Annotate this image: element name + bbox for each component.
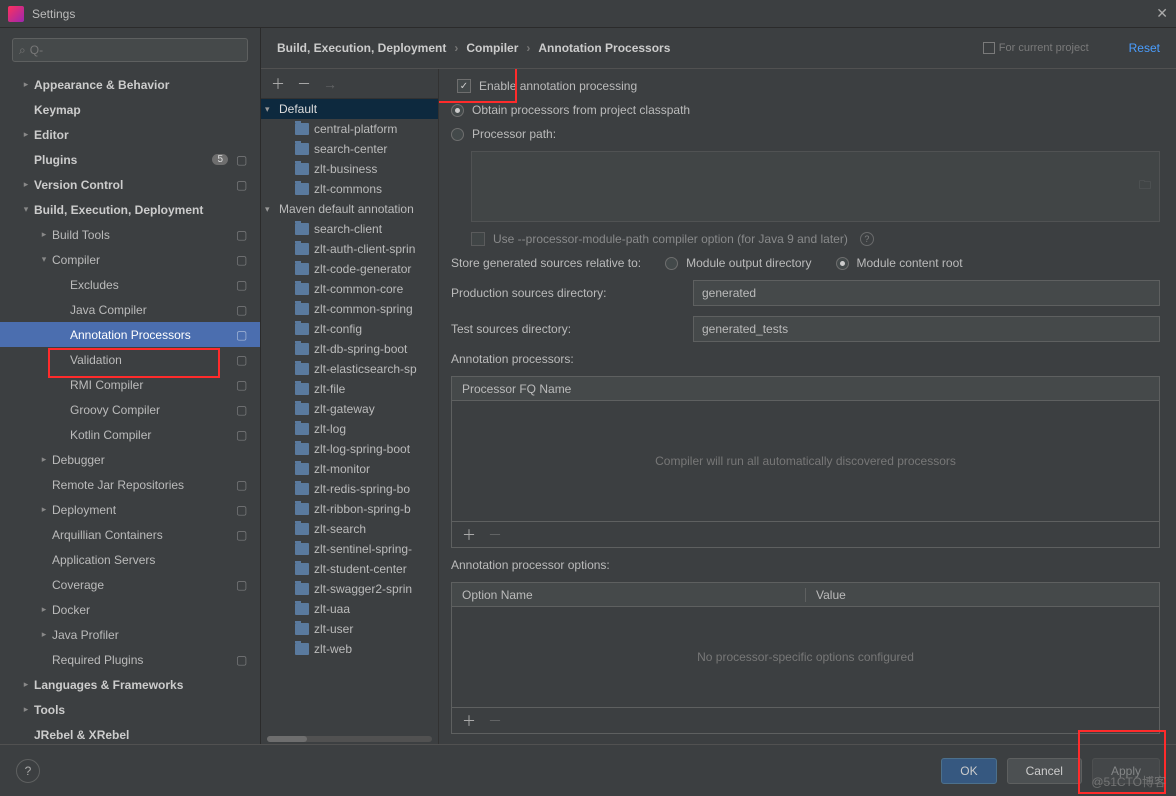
sidebar-item-java-compiler[interactable]: Java Compiler▢ [0, 297, 260, 322]
move-icon: → [323, 76, 337, 92]
processor-path-radio[interactable] [451, 128, 464, 141]
proc-add-icon[interactable]: ＋ [462, 525, 476, 545]
sidebar-item-required-plugins[interactable]: Required Plugins▢ [0, 647, 260, 672]
profile-default[interactable]: ▾Default [261, 99, 438, 119]
profile-column: ＋ － → ▾Defaultcentral-platformsearch-cen… [261, 69, 439, 744]
sidebar-item-build-tools[interactable]: ▸Build Tools▢ [0, 222, 260, 247]
proc-remove-icon: － [488, 525, 502, 545]
module-zlt-code-generator[interactable]: zlt-code-generator [261, 259, 438, 279]
sidebar-item-plugins[interactable]: Plugins5▢ [0, 147, 260, 172]
module-search-client[interactable]: search-client [261, 219, 438, 239]
module-zlt-log[interactable]: zlt-log [261, 419, 438, 439]
app-icon [8, 6, 24, 22]
module-zlt-commons[interactable]: zlt-commons [261, 179, 438, 199]
sidebar-item-application-servers[interactable]: Application Servers [0, 547, 260, 572]
module-central-platform[interactable]: central-platform [261, 119, 438, 139]
module-search-center[interactable]: search-center [261, 139, 438, 159]
module-zlt-user[interactable]: zlt-user [261, 619, 438, 639]
processor-path-field[interactable]: 🗀 [471, 151, 1160, 222]
browse-icon[interactable]: 🗀 [1139, 176, 1151, 197]
sidebar-item-docker[interactable]: ▸Docker [0, 597, 260, 622]
module-zlt-swagger2-sprin[interactable]: zlt-swagger2-sprin [261, 579, 438, 599]
sidebar-item-kotlin-compiler[interactable]: Kotlin Compiler▢ [0, 422, 260, 447]
help-icon[interactable]: ? [860, 232, 874, 246]
module-zlt-monitor[interactable]: zlt-monitor [261, 459, 438, 479]
project-scope-label: For current project [983, 42, 1089, 54]
sidebar-item-keymap[interactable]: Keymap [0, 97, 260, 122]
module-path-checkbox[interactable] [471, 232, 485, 246]
settings-tree[interactable]: ▸Appearance & BehaviorKeymap▸EditorPlugi… [0, 72, 260, 744]
apply-button[interactable]: Apply [1092, 758, 1160, 784]
module-zlt-config[interactable]: zlt-config [261, 319, 438, 339]
sidebar-item-excludes[interactable]: Excludes▢ [0, 272, 260, 297]
sidebar-item-tools[interactable]: ▸Tools [0, 697, 260, 722]
production-dir-field[interactable]: generated [693, 280, 1160, 306]
module-zlt-sentinel-spring-[interactable]: zlt-sentinel-spring- [261, 539, 438, 559]
module-zlt-business[interactable]: zlt-business [261, 159, 438, 179]
breadcrumb: Build, Execution, Deployment › Compiler … [277, 41, 670, 55]
help-button[interactable]: ? [16, 759, 40, 783]
search-input[interactable]: ⌕ Q- [12, 38, 248, 62]
project-icon [983, 42, 995, 54]
titlebar: Settings ✕ [0, 0, 1176, 28]
remove-icon[interactable]: － [297, 74, 311, 94]
sidebar-item-coverage[interactable]: Coverage▢ [0, 572, 260, 597]
options-table: Option Name Value No processor-specific … [451, 582, 1160, 734]
profile-tree[interactable]: ▾Defaultcentral-platformsearch-centerzlt… [261, 99, 438, 734]
opt-remove-icon: － [488, 711, 502, 731]
module-output-radio[interactable] [665, 257, 678, 270]
module-zlt-file[interactable]: zlt-file [261, 379, 438, 399]
sidebar-item-deployment[interactable]: ▸Deployment▢ [0, 497, 260, 522]
module-zlt-search[interactable]: zlt-search [261, 519, 438, 539]
sidebar-item-arquillian-containers[interactable]: Arquillian Containers▢ [0, 522, 260, 547]
sidebar-item-compiler[interactable]: ▾Compiler▢ [0, 247, 260, 272]
sidebar-item-validation[interactable]: Validation▢ [0, 347, 260, 372]
sidebar-item-build-execution-deployment[interactable]: ▾Build, Execution, Deployment [0, 197, 260, 222]
module-zlt-common-core[interactable]: zlt-common-core [261, 279, 438, 299]
sidebar-item-debugger[interactable]: ▸Debugger [0, 447, 260, 472]
module-zlt-log-spring-boot[interactable]: zlt-log-spring-boot [261, 439, 438, 459]
obtain-classpath-radio[interactable] [451, 104, 464, 117]
cancel-button[interactable]: Cancel [1007, 758, 1082, 784]
profile-maven-default[interactable]: ▾Maven default annotation [261, 199, 438, 219]
sidebar-item-groovy-compiler[interactable]: Groovy Compiler▢ [0, 397, 260, 422]
ok-button[interactable]: OK [941, 758, 996, 784]
settings-panel: Enable annotation processing Obtain proc… [439, 69, 1176, 744]
module-zlt-ribbon-spring-b[interactable]: zlt-ribbon-spring-b [261, 499, 438, 519]
sidebar-item-rmi-compiler[interactable]: RMI Compiler▢ [0, 372, 260, 397]
enable-annotation-label: Enable annotation processing [479, 79, 637, 93]
add-icon[interactable]: ＋ [271, 74, 285, 94]
module-zlt-gateway[interactable]: zlt-gateway [261, 399, 438, 419]
sidebar-item-remote-jar-repositories[interactable]: Remote Jar Repositories▢ [0, 472, 260, 497]
module-zlt-student-center[interactable]: zlt-student-center [261, 559, 438, 579]
module-content-root-radio[interactable] [836, 257, 849, 270]
search-icon: ⌕ [19, 43, 26, 58]
sidebar-item-languages-frameworks[interactable]: ▸Languages & Frameworks [0, 672, 260, 697]
module-zlt-auth-client-sprin[interactable]: zlt-auth-client-sprin [261, 239, 438, 259]
module-zlt-elasticsearch-sp[interactable]: zlt-elasticsearch-sp [261, 359, 438, 379]
reset-link[interactable]: Reset [1129, 41, 1160, 55]
settings-sidebar: ⌕ Q- ▸Appearance & BehaviorKeymap▸Editor… [0, 28, 261, 744]
sidebar-item-version-control[interactable]: ▸Version Control▢ [0, 172, 260, 197]
sidebar-item-jrebel-xrebel[interactable]: JRebel & XRebel [0, 722, 260, 744]
module-zlt-uaa[interactable]: zlt-uaa [261, 599, 438, 619]
module-zlt-web[interactable]: zlt-web [261, 639, 438, 659]
module-zlt-redis-spring-bo[interactable]: zlt-redis-spring-bo [261, 479, 438, 499]
processors-table: Processor FQ Name Compiler will run all … [451, 376, 1160, 548]
window-title: Settings [32, 7, 75, 21]
profile-scrollbar[interactable] [267, 736, 432, 742]
test-dir-field[interactable]: generated_tests [693, 316, 1160, 342]
opt-add-icon[interactable]: ＋ [462, 711, 476, 731]
dialog-button-bar: ? OK Cancel Apply [0, 744, 1176, 796]
module-zlt-common-spring[interactable]: zlt-common-spring [261, 299, 438, 319]
enable-annotation-checkbox[interactable] [457, 79, 471, 93]
module-zlt-db-spring-boot[interactable]: zlt-db-spring-boot [261, 339, 438, 359]
close-icon[interactable]: ✕ [1156, 5, 1168, 22]
sidebar-item-editor[interactable]: ▸Editor [0, 122, 260, 147]
sidebar-item-annotation-processors[interactable]: Annotation Processors▢ [0, 322, 260, 347]
sidebar-item-java-profiler[interactable]: ▸Java Profiler [0, 622, 260, 647]
sidebar-item-appearance-behavior[interactable]: ▸Appearance & Behavior [0, 72, 260, 97]
